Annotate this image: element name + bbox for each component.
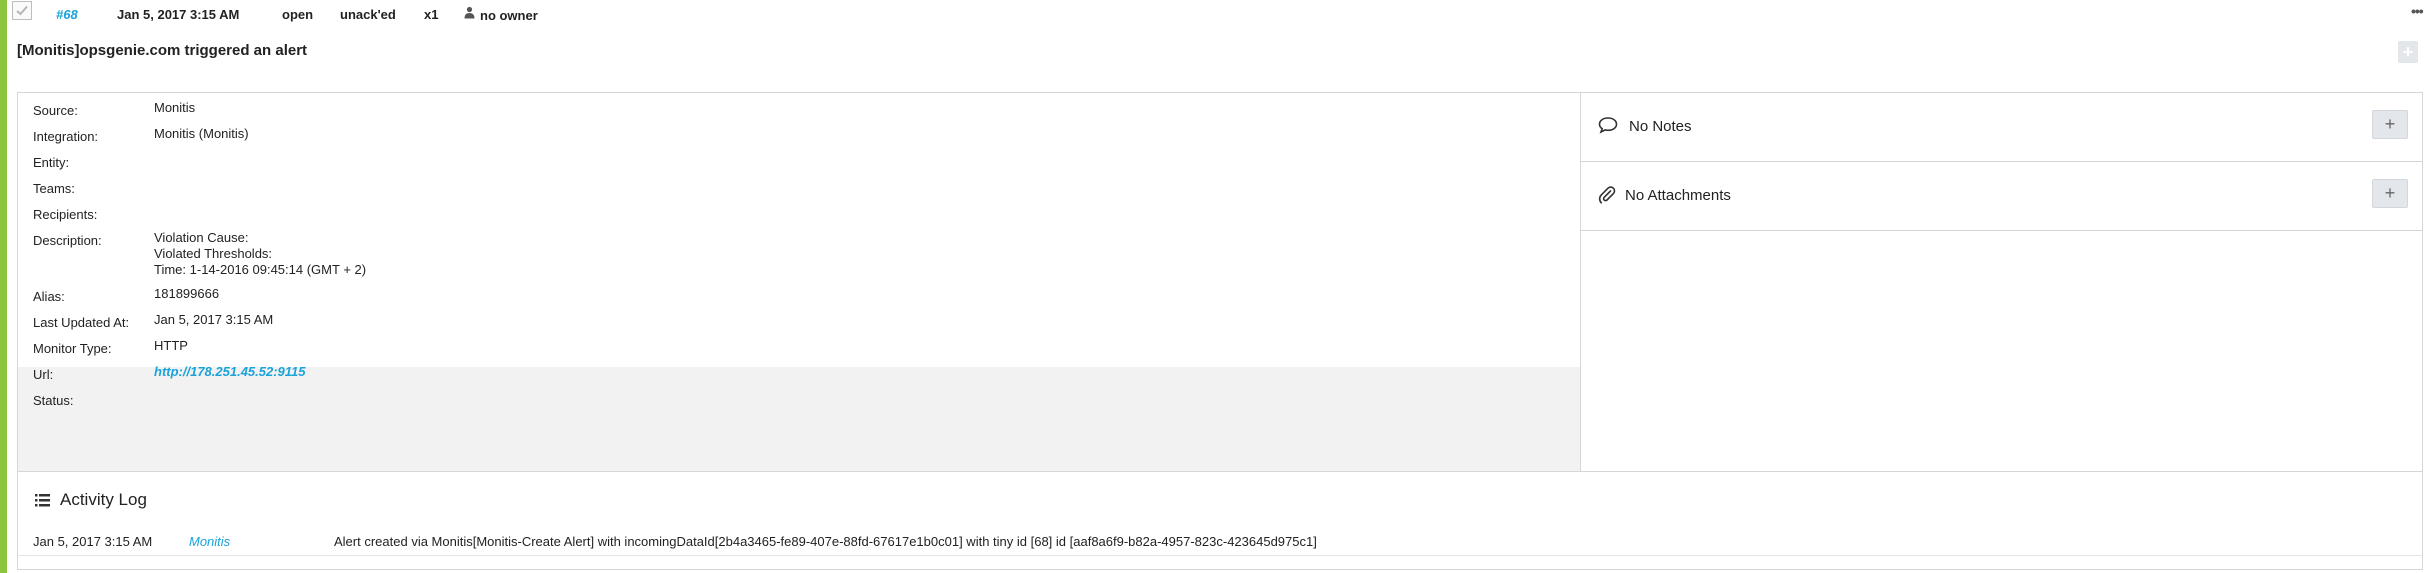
- more-dots-icon[interactable]: •••: [2411, 3, 2424, 19]
- alert-details-panel: Source: Monitis Integration: Monitis (Mo…: [17, 92, 2423, 570]
- log-entry-user[interactable]: Monitis: [189, 534, 230, 549]
- paperclip-icon: [1598, 186, 1616, 204]
- alert-owner[interactable]: no owner: [480, 8, 538, 23]
- add-attachment-button[interactable]: +: [2372, 179, 2408, 208]
- notes-section: No Notes +: [1581, 93, 2422, 162]
- comment-icon: [1598, 117, 1618, 134]
- select-alert-checkbox[interactable]: [12, 1, 32, 20]
- alert-ack-status: unack'ed: [340, 7, 396, 22]
- attachments-section: No Attachments +: [1581, 162, 2422, 231]
- alert-fields: Source: Monitis Integration: Monitis (Mo…: [18, 93, 1581, 471]
- list-icon: [35, 494, 50, 507]
- activity-log-entry: Jan 5, 2017 3:15 AM Monitis Alert create…: [18, 525, 2422, 556]
- plus-icon: +: [2402, 42, 2414, 62]
- checkmark-icon: [16, 5, 28, 16]
- alert-created-time: Jan 5, 2017 3:15 AM: [117, 7, 240, 22]
- add-note-button[interactable]: +: [2372, 110, 2408, 139]
- alert-count: x1: [424, 7, 439, 22]
- log-entry-message: Alert created via Monitis[Monitis-Create…: [334, 534, 1317, 549]
- alert-id-link[interactable]: #68: [56, 7, 78, 22]
- alert-status: open: [282, 7, 314, 22]
- alert-priority-bar: [0, 0, 7, 573]
- alert-title: [Monitis]opsgenie.com triggered an alert: [17, 42, 308, 59]
- activity-log-title: Activity Log: [60, 490, 147, 509]
- activity-log-section: Activity Log Jan 5, 2017 3:15 AM Monitis…: [18, 471, 2422, 570]
- alert-header-row: #68 Jan 5, 2017 3:15 AM open unack'ed x1…: [10, 0, 2425, 30]
- extra-fields-section: [18, 367, 1580, 471]
- user-icon: [464, 6, 475, 19]
- url-link[interactable]: http://178.251.45.52:9115: [154, 363, 306, 381]
- log-entry-time: Jan 5, 2017 3:15 AM: [33, 534, 153, 549]
- alert-side-panel: No Notes + No Attachments +: [1581, 93, 2422, 471]
- notes-label: No Notes: [1629, 118, 1692, 135]
- attachments-label: No Attachments: [1625, 187, 1731, 204]
- add-tag-button[interactable]: +: [2398, 41, 2418, 63]
